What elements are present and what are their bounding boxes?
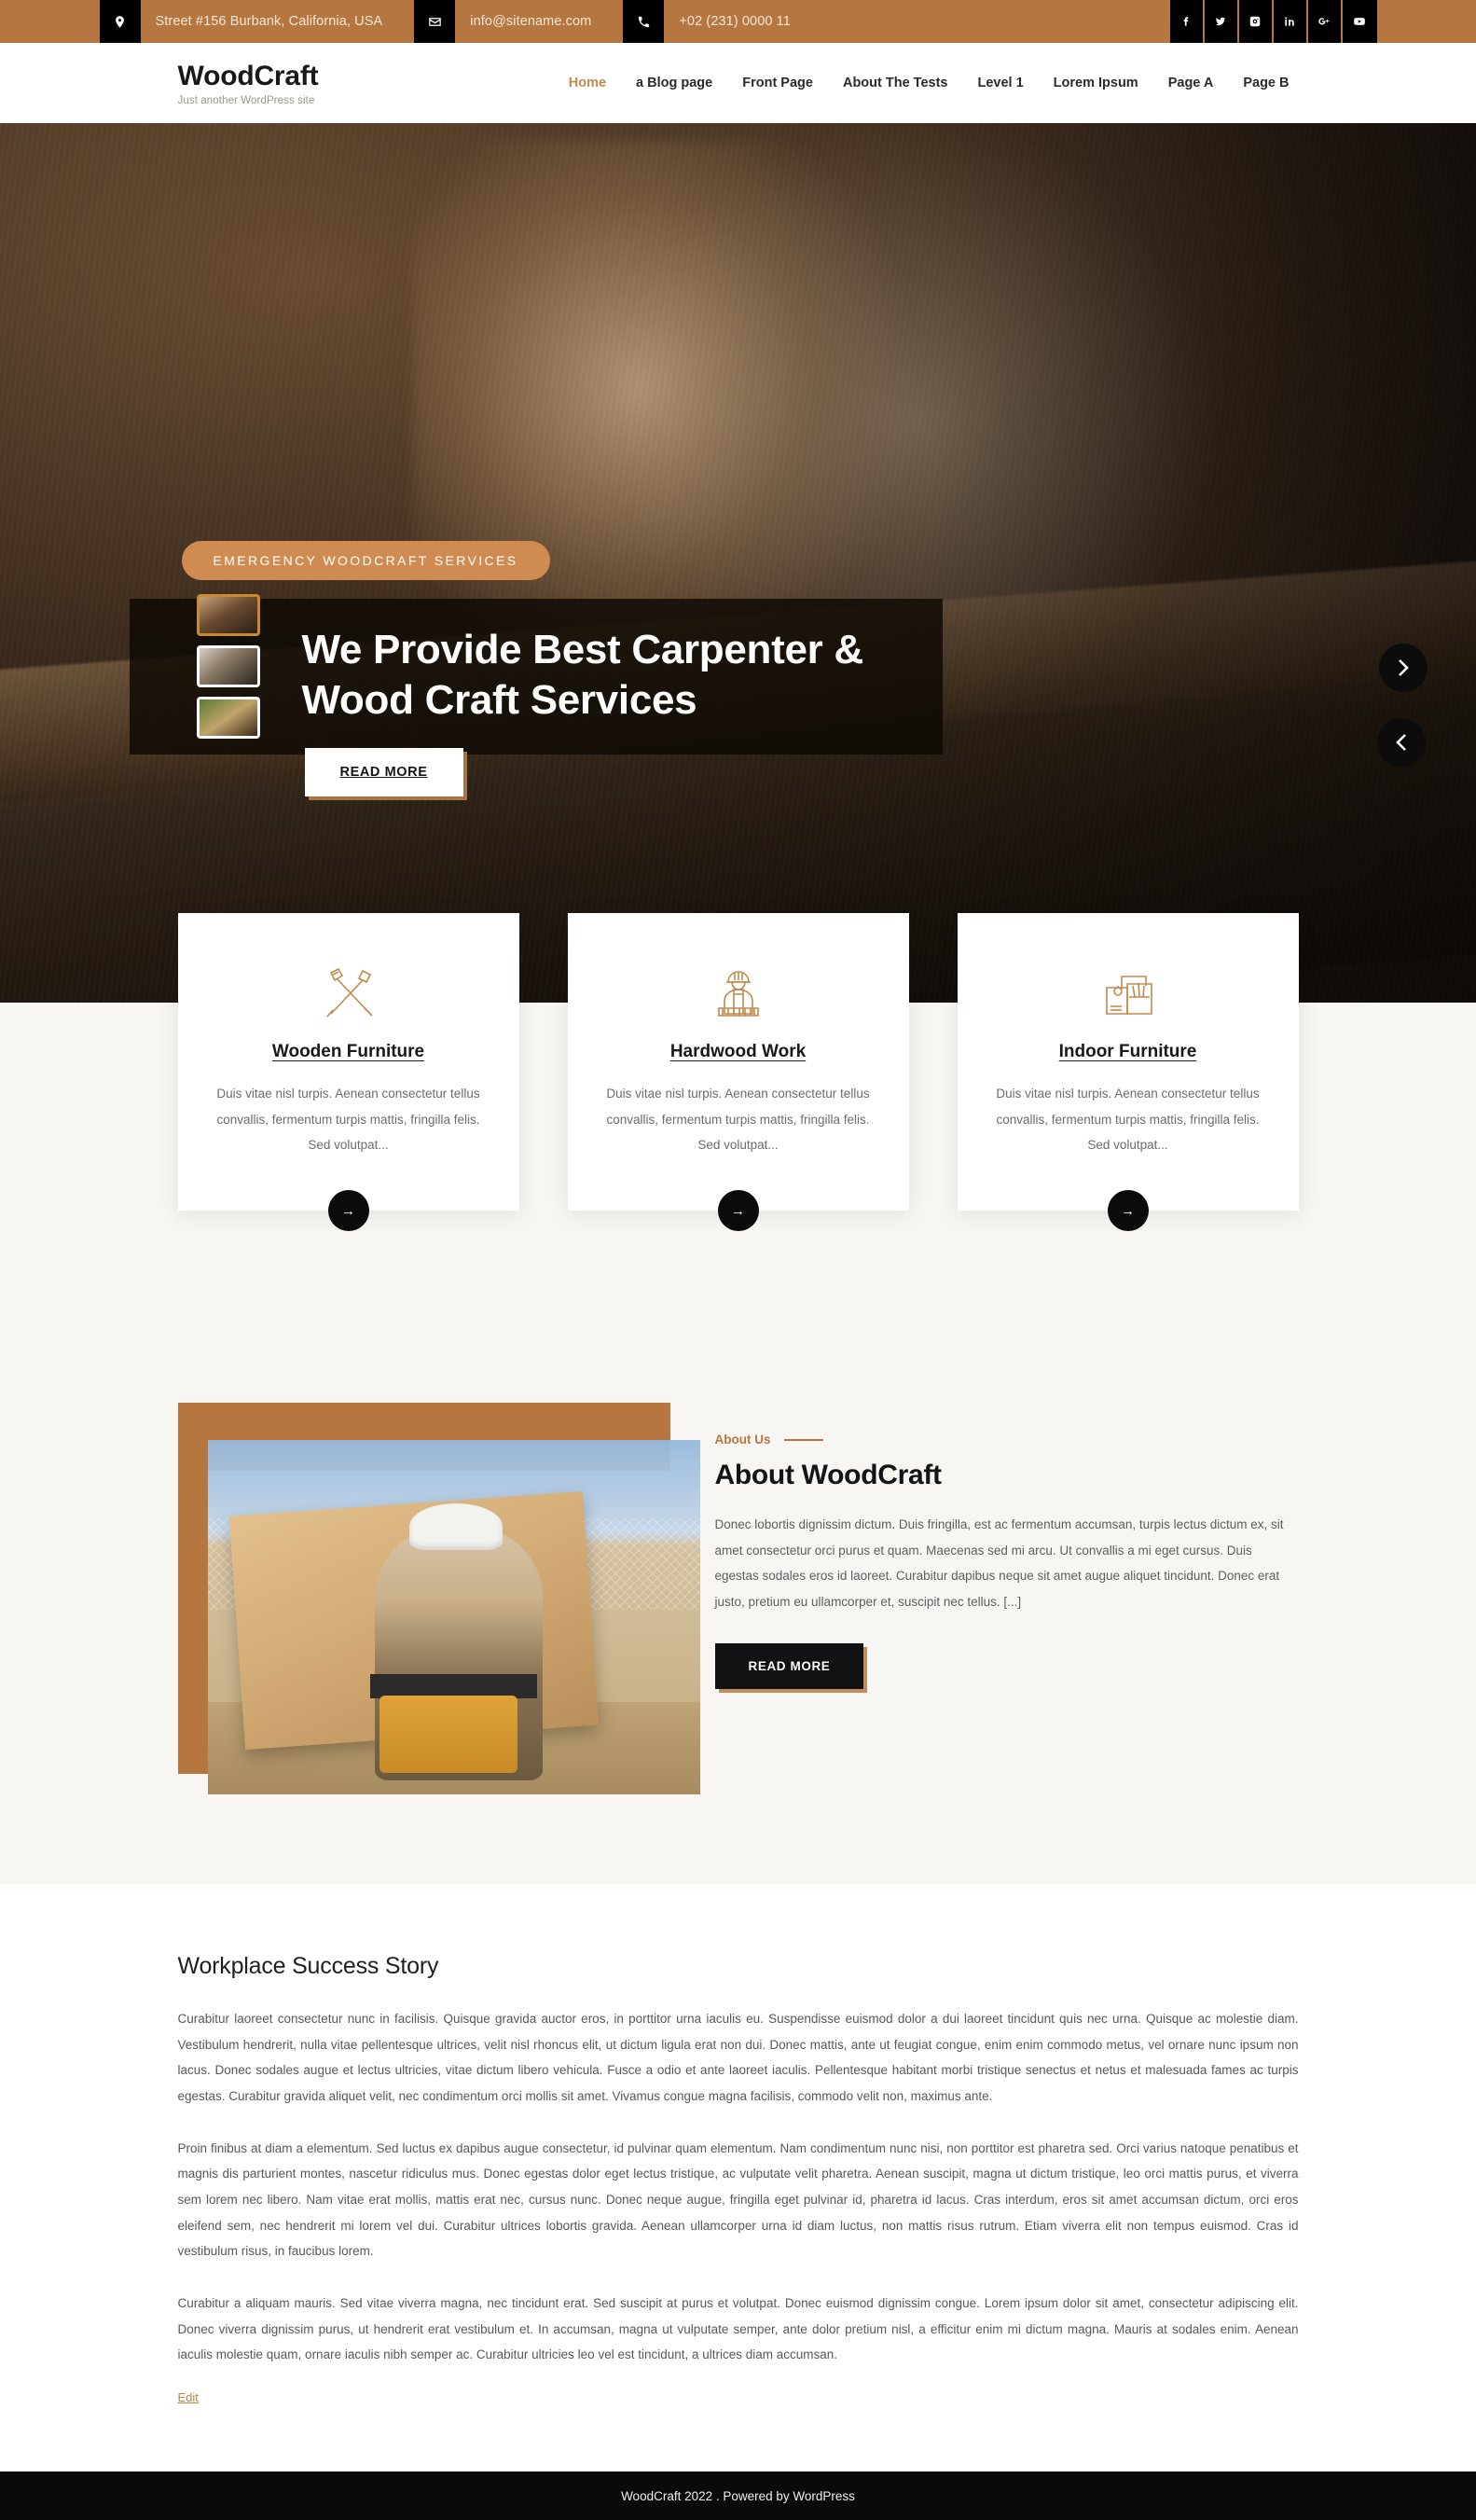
site-tagline: Just another WordPress site xyxy=(177,94,315,106)
hero-thumbnail-list xyxy=(196,594,260,739)
hero-thumbnail-3[interactable] xyxy=(196,697,260,739)
footer-text: WoodCraft 2022 . Powered by WordPress xyxy=(621,2488,855,2503)
hero-slider: EMERGENCY WOODCRAFT SERVICES We Provide … xyxy=(0,123,1476,1003)
service-title[interactable]: Indoor Furniture xyxy=(989,1042,1267,1062)
edit-link[interactable]: Edit xyxy=(178,2390,199,2404)
about-photo-helmet xyxy=(408,1503,503,1550)
topbar-address-text: Street #156 Burbank, California, USA xyxy=(155,14,383,29)
services-section: Wooden Furniture Duis vitae nisl turpis.… xyxy=(0,913,1476,1404)
nav-item-page-b[interactable]: Page B xyxy=(1228,76,1304,90)
service-text: Duis vitae nisl turpis. Aenean consectet… xyxy=(606,1087,870,1153)
map-pin-icon xyxy=(99,0,141,43)
nav-item-home[interactable]: Home xyxy=(554,76,621,90)
service-card-wooden-furniture[interactable]: Wooden Furniture Duis vitae nisl turpis.… xyxy=(177,913,519,1232)
service-title[interactable]: Hardwood Work xyxy=(600,1042,877,1062)
social-links xyxy=(1169,0,1377,43)
about-title: About WoodCraft xyxy=(714,1460,943,1491)
topbar-phone[interactable]: +02 (231) 0000 11 xyxy=(623,0,822,43)
hero-thumbnail-2[interactable] xyxy=(196,645,260,687)
site-header: WoodCraft Just another WordPress site Ho… xyxy=(0,43,1476,123)
service-text: Duis vitae nisl turpis. Aenean consectet… xyxy=(996,1087,1260,1153)
topbar-phone-text[interactable]: +02 (231) 0000 11 xyxy=(664,0,822,43)
topbar-address: Street #156 Burbank, California, USA xyxy=(99,0,415,43)
about-section: About Us About WoodCraft Donec lobortis … xyxy=(0,1403,1476,1885)
service-title[interactable]: Wooden Furniture xyxy=(210,1042,488,1062)
hero-thumbnail-1[interactable] xyxy=(196,594,260,636)
nav-item-lorem-ipsum[interactable]: Lorem Ipsum xyxy=(1039,76,1153,90)
twitter-icon xyxy=(1214,15,1227,28)
about-photo xyxy=(207,1440,700,1795)
hero-prev-arrow-icon[interactable] xyxy=(1376,718,1426,767)
nav-item-about-the-tests[interactable]: About The Tests xyxy=(828,76,963,90)
hammer-and-saw-icon xyxy=(210,956,488,1029)
site-title-link[interactable]: WoodCraft xyxy=(178,61,319,91)
facebook-icon xyxy=(1179,15,1193,28)
about-eyebrow: About Us xyxy=(715,1433,1299,1447)
page-title: Workplace Success Story xyxy=(177,1953,439,1980)
about-read-more-button[interactable]: READ MORE xyxy=(714,1642,864,1689)
site-footer: WoodCraft 2022 . Powered by WordPress xyxy=(0,2472,1476,2520)
service-card-hardwood-work[interactable]: Hardwood Work Duis vitae nisl turpis. Ae… xyxy=(567,913,909,1232)
brand: WoodCraft Just another WordPress site xyxy=(100,61,319,106)
worker-icon xyxy=(600,956,877,1029)
social-link-twitter[interactable] xyxy=(1204,0,1239,43)
about-eyebrow-rule xyxy=(783,1438,823,1441)
service-card-indoor-furniture[interactable]: Indoor Furniture Duis vitae nisl turpis.… xyxy=(957,913,1299,1232)
nav-item-level-1[interactable]: Level 1 xyxy=(962,76,1038,90)
google-plus-icon xyxy=(1317,15,1331,28)
toolbox-icon xyxy=(989,956,1267,1029)
about-text: Donec lobortis dignissim dictum. Duis fr… xyxy=(714,1517,1284,1610)
phone-icon xyxy=(623,0,665,43)
social-link-facebook[interactable] xyxy=(1169,0,1205,43)
service-arrow-icon[interactable]: → xyxy=(1107,1190,1149,1232)
instagram-icon xyxy=(1248,15,1262,28)
content-paragraph-1: Curabitur laoreet consectetur nunc in fa… xyxy=(177,2012,1299,2104)
hero-next-arrow-icon[interactable] xyxy=(1378,644,1428,692)
social-link-google-plus[interactable] xyxy=(1307,0,1343,43)
about-frame-left xyxy=(177,1403,208,1775)
top-bar: Street #156 Burbank, California, USA inf… xyxy=(0,0,1476,43)
about-eyebrow-text: About Us xyxy=(714,1433,771,1447)
topbar-email[interactable]: info@sitename.com xyxy=(414,0,623,43)
service-arrow-icon[interactable]: → xyxy=(717,1190,759,1232)
nav-item-a-blog-page[interactable]: a Blog page xyxy=(621,76,727,90)
youtube-icon xyxy=(1353,15,1366,28)
linkedin-icon xyxy=(1283,15,1296,28)
nav-item-front-page[interactable]: Front Page xyxy=(727,76,828,90)
topbar-email-text[interactable]: info@sitename.com xyxy=(455,0,623,43)
hero-badge: EMERGENCY WOODCRAFT SERVICES xyxy=(181,541,550,580)
social-link-linkedin[interactable] xyxy=(1273,0,1308,43)
social-link-instagram[interactable] xyxy=(1238,0,1274,43)
hero-read-more-button[interactable]: READ MORE xyxy=(304,748,463,796)
social-link-youtube[interactable] xyxy=(1342,0,1377,43)
service-text: Duis vitae nisl turpis. Aenean consectet… xyxy=(216,1087,480,1153)
envelope-icon xyxy=(414,0,456,43)
content-paragraph-3: Curabitur a aliquam mauris. Sed vitae vi… xyxy=(177,2296,1299,2362)
primary-navigation: Home a Blog page Front Page About The Te… xyxy=(554,76,1377,90)
nav-item-page-a[interactable]: Page A xyxy=(1153,76,1229,90)
content-paragraph-2: Proin finibus at diam a elementum. Sed l… xyxy=(177,2140,1299,2259)
service-arrow-icon[interactable]: → xyxy=(327,1190,369,1232)
content-section: Workplace Success Story Curabitur laoree… xyxy=(0,1884,1476,2472)
about-image-wrapper xyxy=(177,1403,700,1795)
about-photo-apron xyxy=(379,1695,518,1774)
